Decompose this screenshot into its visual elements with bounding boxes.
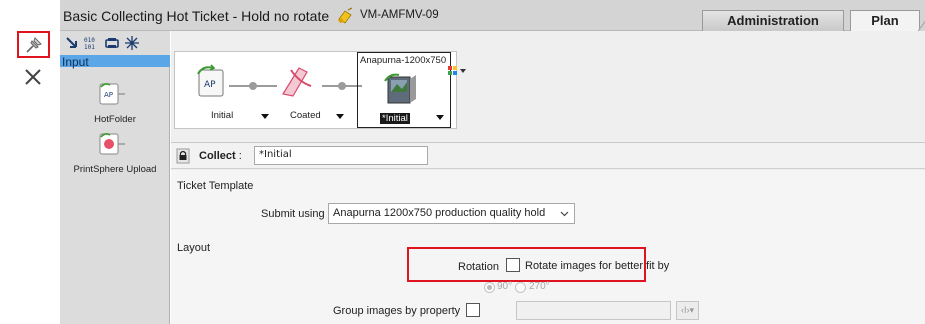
- flow-node-selected[interactable]: Anapurna-1200x750 *Initial: [357, 52, 451, 128]
- layout-section: Layout Rotation Rotate images for better…: [171, 234, 925, 324]
- layout-heading: Layout: [177, 242, 211, 254]
- device-name-label: Anapurna-1200x750: [360, 55, 447, 66]
- tab-plan[interactable]: Plan: [850, 10, 925, 32]
- source-hotfolder[interactable]: AP HotFolder: [60, 81, 170, 127]
- workflow-strip: AP Initial Coated Anapurna-1200x750 *Ini…: [171, 31, 925, 143]
- sparkle-icon[interactable]: [124, 35, 140, 51]
- collect-label: Collect :: [199, 150, 242, 162]
- close-icon[interactable]: [22, 66, 44, 88]
- tab-administration[interactable]: Administration: [702, 10, 844, 31]
- tool-strip: [0, 0, 60, 324]
- collect-state-input[interactable]: *Initial: [254, 146, 428, 165]
- source-label: PrintSphere Upload: [73, 164, 157, 175]
- submit-using-label: Submit using: [261, 208, 325, 220]
- node-dropdown-arrow[interactable]: [261, 114, 269, 119]
- group-images-label: Group images by property: [333, 305, 461, 317]
- pushpin-icon: [26, 37, 42, 53]
- hotfolder-icon: AP: [99, 83, 125, 105]
- submit-using-value: Anapurna 1200x750 production quality hol…: [333, 207, 546, 219]
- color-swatch-icon[interactable]: [448, 66, 468, 78]
- radio-270[interactable]: [515, 282, 526, 293]
- radio-90-label: 90°: [497, 281, 513, 292]
- svg-text:AP: AP: [104, 91, 113, 99]
- node-dropdown-arrow[interactable]: [336, 114, 344, 119]
- device-node-icon: [384, 73, 416, 104]
- flow-node-label: Initial: [211, 110, 234, 121]
- chevron-down-icon: [560, 211, 569, 217]
- insert-variable-button[interactable]: ‹I›▾: [676, 301, 699, 320]
- title-bar: Basic Collecting Hot Ticket - Hold no ro…: [60, 0, 925, 32]
- plan-area: AP Initial Coated Anapurna-1200x750 *Ini…: [171, 31, 925, 324]
- input-section-label: Input: [62, 55, 89, 69]
- pin-button[interactable]: [17, 31, 50, 58]
- input-panel: 010 101 Input AP HotFolder PrintSphere U…: [60, 31, 170, 324]
- rotation-label: Rotation: [458, 261, 499, 273]
- submit-using-dropdown[interactable]: Anapurna 1200x750 production quality hol…: [328, 203, 575, 224]
- node-dropdown-arrow[interactable]: [436, 115, 444, 120]
- flow-node-label: Coated: [290, 110, 321, 121]
- ticket-template-section: Ticket Template Submit using Anapurna 12…: [171, 170, 925, 244]
- collect-row: Collect : *Initial: [171, 143, 925, 169]
- printer-status-icon: [338, 7, 353, 24]
- svg-text:101: 101: [84, 44, 95, 51]
- printer-icon[interactable]: [104, 35, 120, 51]
- ticket-template-heading: Ticket Template: [177, 180, 254, 192]
- window-title: Basic Collecting Hot Ticket - Hold no ro…: [63, 8, 330, 24]
- connector-icon[interactable]: [64, 35, 80, 51]
- svg-text:010: 010: [84, 37, 95, 44]
- svg-text:AP: AP: [204, 80, 216, 90]
- lock-icon[interactable]: [176, 148, 190, 164]
- flow-connector-dot: [249, 82, 257, 90]
- panel-toolbar: 010 101: [60, 31, 170, 55]
- group-property-field[interactable]: [516, 301, 671, 320]
- rotate-images-label: Rotate images for better fit by: [525, 260, 670, 272]
- radio-270-label: 270°: [529, 281, 550, 292]
- printer-name: VM-AMFMV-09: [360, 9, 439, 21]
- group-images-checkbox[interactable]: [466, 303, 480, 317]
- hotfolder-node-icon[interactable]: AP: [193, 62, 231, 100]
- source-label: HotFolder: [94, 114, 136, 125]
- media-node-icon[interactable]: [277, 62, 315, 100]
- binary-icon[interactable]: 010 101: [83, 35, 99, 51]
- radio-90[interactable]: [484, 282, 495, 293]
- rotate-images-checkbox[interactable]: [506, 258, 520, 272]
- source-printsphere[interactable]: PrintSphere Upload: [60, 131, 170, 177]
- workflow-chain: AP Initial Coated Anapurna-1200x750 *Ini…: [174, 51, 457, 129]
- printsphere-icon: [99, 133, 125, 155]
- flow-node-label: *Initial: [380, 113, 410, 124]
- flow-connector-dot: [338, 82, 346, 90]
